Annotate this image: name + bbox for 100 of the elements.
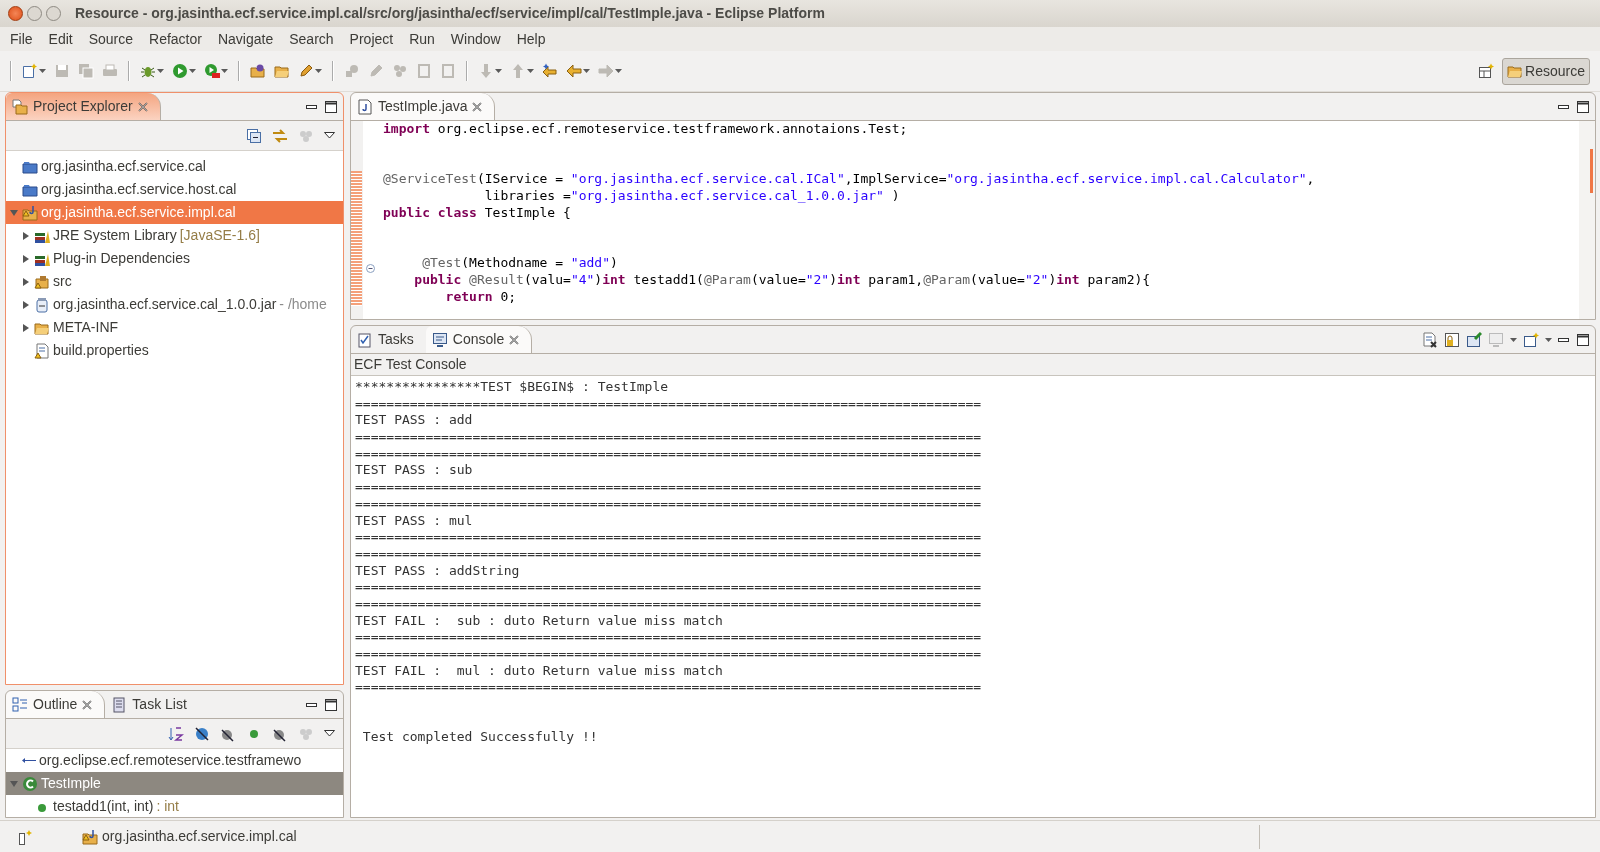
- console-line: ================================================================================: [355, 629, 983, 646]
- overview-marker: [1590, 149, 1593, 193]
- tree-label: org.jasintha.ecf.service.cal_1.0.0.jar: [53, 295, 277, 314]
- code-line: @ServiceTest(IService = "org.jasintha.ecf.service.cal.ICal",ImplService="org.jasintha.ecf.service.impl.cal.Calculator",: [383, 171, 1316, 189]
- tab[interactable]: Tasks: [351, 326, 426, 353]
- console-line: TEST FAIL : mul : duto Return value miss match: [355, 662, 724, 680]
- minimize-icon[interactable]: [306, 104, 317, 109]
- maximize-icon[interactable]: [325, 698, 337, 711]
- java-file-icon: [357, 98, 373, 115]
- tree-item[interactable]: META-INF: [6, 316, 343, 339]
- project-explorer-icon: [12, 98, 28, 115]
- outline-icon: [12, 696, 28, 713]
- menu-item[interactable]: Navigate: [209, 28, 282, 50]
- console-line: ================================================================================: [355, 679, 983, 697]
- toolbar-button[interactable]: [202, 61, 230, 81]
- tree-item[interactable]: src: [6, 270, 343, 293]
- tree-item[interactable]: org.jasintha.ecf.service.cal: [6, 155, 343, 178]
- package-folder-icon: [34, 273, 50, 290]
- link-editor-icon[interactable]: [272, 127, 288, 144]
- tree-item[interactable]: org.eclipse.ecf.remoteservice.testframewo: [6, 749, 343, 772]
- tree-item[interactable]: testadd1(int, int) : int: [6, 795, 343, 817]
- maximize-icon[interactable]: [1577, 333, 1589, 346]
- code-line: public class TestImple {: [383, 205, 572, 222]
- sort-icon[interactable]: [168, 725, 184, 742]
- tree-label: build.properties: [53, 341, 149, 360]
- hide-fields-icon[interactable]: [194, 725, 210, 742]
- tree-item[interactable]: Plug-in Dependencies: [6, 247, 343, 270]
- minimize-icon[interactable]: [1558, 337, 1569, 342]
- console-line: TEST PASS : sub: [355, 462, 474, 480]
- console-line: ================================================================================: [355, 595, 983, 613]
- window-title: Resource - org.jasintha.ecf.service.impl.cal/src/org/jasintha/ecf/service/impl/cal/TestImple.java - Eclipse Platform: [75, 4, 825, 23]
- project-icon: [82, 828, 98, 845]
- tree-item[interactable]: org.jasintha.ecf.service.cal_1.0.0.jar - /home: [6, 293, 343, 316]
- maximize-icon[interactable]: [325, 100, 337, 113]
- collapse-arrow-icon[interactable]: [10, 208, 18, 217]
- tab[interactable]: Project Explorer: [6, 93, 161, 120]
- expand-arrow-icon[interactable]: [22, 277, 30, 286]
- tree-label: META-INF: [53, 318, 119, 337]
- code-line: @Test(Methodname = "add"): [421, 255, 619, 273]
- imports-icon: [22, 758, 36, 763]
- tree-item[interactable]: org.jasintha.ecf.service.host.cal: [6, 178, 343, 201]
- expand-arrow-icon[interactable]: [22, 231, 30, 240]
- menu-item[interactable]: Run: [401, 28, 443, 50]
- close-icon[interactable]: [509, 334, 520, 345]
- expand-arrow-icon[interactable]: [22, 300, 30, 309]
- new-console-icon[interactable]: [1523, 331, 1539, 348]
- collapse-fold-icon[interactable]: [366, 264, 375, 274]
- tab[interactable]: TestImple.java: [351, 93, 496, 120]
- maximize-icon[interactable]: [1577, 100, 1589, 113]
- console-line: TEST PASS : mul: [355, 512, 474, 530]
- toolbar-button[interactable]: [20, 61, 48, 81]
- console-line: ****************TEST $BEGIN$ : TestImple: [355, 379, 670, 396]
- console-line: ================================================================================: [355, 395, 983, 413]
- menu-item[interactable]: Help: [508, 28, 554, 50]
- console-line: ================================================================================: [355, 579, 983, 596]
- tree-item[interactable]: TestImple: [6, 772, 343, 795]
- menu-item[interactable]: File: [2, 28, 41, 50]
- close-button[interactable]: [8, 6, 23, 21]
- open-perspective-icon[interactable]: [1478, 63, 1495, 79]
- menu-item[interactable]: Project: [341, 28, 402, 50]
- toolbar-button[interactable]: [170, 61, 198, 81]
- close-icon[interactable]: [137, 101, 148, 112]
- view-menu-icon[interactable]: [324, 132, 335, 139]
- menu-item[interactable]: Refactor: [141, 28, 210, 50]
- scroll-lock-icon[interactable]: [1444, 331, 1460, 348]
- console-line: ================================================================================: [355, 646, 983, 663]
- tree-item[interactable]: JRE System Library [JavaSE-1.6]: [6, 224, 343, 247]
- close-icon[interactable]: [82, 699, 93, 710]
- minimize-icon[interactable]: [306, 702, 317, 707]
- tree-label: org.eclipse.ecf.remoteservice.testframewo: [39, 751, 302, 770]
- tree-label: Plug-in Dependencies: [53, 249, 190, 268]
- tree-label: src: [53, 272, 72, 291]
- menu-item[interactable]: Search: [281, 28, 342, 50]
- tab[interactable]: Outline: [6, 691, 106, 718]
- clear-console-icon[interactable]: [1422, 331, 1438, 348]
- console-line: ================================================================================: [355, 479, 983, 496]
- expand-arrow-icon[interactable]: [22, 254, 30, 263]
- tab[interactable]: Task List: [105, 691, 199, 718]
- minimize-icon[interactable]: [1558, 104, 1569, 109]
- pin-console-icon[interactable]: [1466, 331, 1482, 348]
- fast-view-icon[interactable]: [18, 828, 34, 845]
- code-line: import org.eclipse.ecf.remoteservice.testframework.annotaions.Test;: [383, 121, 909, 138]
- tab[interactable]: Console: [425, 326, 533, 353]
- tree-item[interactable]: build.properties: [6, 339, 343, 362]
- class-icon: [22, 775, 38, 792]
- console-line: TEST FAIL : sub : duto Return value miss match: [355, 612, 724, 630]
- tree-label-decoration: : int: [156, 797, 179, 816]
- menu-item[interactable]: Edit: [40, 28, 81, 50]
- close-icon[interactable]: [472, 101, 483, 112]
- console-line: ================================================================================: [355, 445, 983, 463]
- properties-file-icon: [34, 342, 50, 359]
- menu-item[interactable]: Source: [80, 28, 142, 50]
- menu-item[interactable]: Window: [442, 28, 509, 50]
- expand-arrow-icon[interactable]: [22, 323, 30, 332]
- collapse-all-icon[interactable]: [246, 127, 262, 144]
- console-line: TEST PASS : add: [355, 412, 474, 430]
- tree-label-decoration: - /home: [279, 295, 327, 314]
- perspective-button[interactable]: Resource: [1502, 57, 1590, 85]
- view-menu-icon[interactable]: [324, 730, 335, 737]
- status-text: org.jasintha.ecf.service.impl.cal: [102, 827, 297, 846]
